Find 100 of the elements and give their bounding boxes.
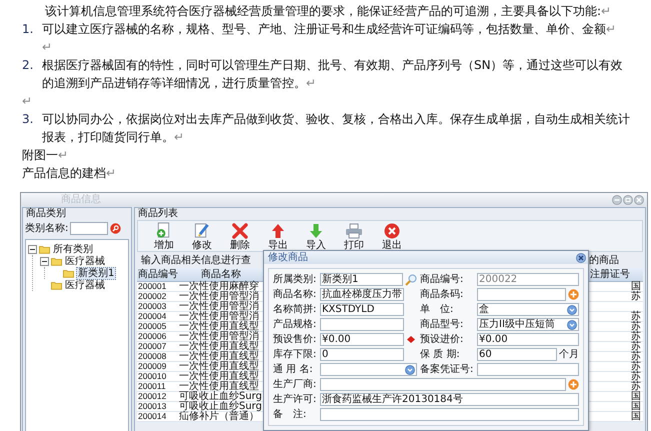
table-cell-text: 一次性使用管型消 [179,302,260,311]
list-item-text: 根据医疗器械固有的特性，同时可以管理生产日期、批号、有效期、产品序列号（SN）等，通过这些可以有效的追溯到产品进销存等详细情况，进行质量管控。↵ [42,57,624,92]
list-number: 3. [22,111,34,128]
field-label: 保 质 期: [420,348,461,361]
table-cell-text: 疝修补片（普通） [179,412,259,421]
input-field[interactable] [320,408,579,421]
field-label: 生产许可: [273,393,317,406]
table-cell: 可吸收止血纱Surg [179,392,263,401]
table-cell-text: 苏 [631,312,642,321]
table-cell-text: 苏 [631,382,642,391]
down-arrow-icon [309,223,323,239]
table-cell-text: 200010 [137,372,168,381]
dropdown-icon[interactable] [567,304,577,314]
tree-item[interactable]: 所有类别 [52,244,94,254]
table-cell-text: 200009 [137,362,168,371]
table-cell-text: 200014 [137,412,168,421]
toolbar-button[interactable]: 导入 [298,221,334,251]
field-label: 通 用 名: [273,363,314,376]
maximize-button[interactable] [623,194,633,204]
paragraph-mark: ↵ [22,94,32,108]
input-field[interactable] [320,378,566,391]
document-plus-icon [156,222,172,239]
dropdown-field[interactable]: 盒 [477,303,579,316]
dropdown-icon[interactable] [405,364,415,374]
table-cell-text: 国 [631,402,642,411]
panel-title: 商品列表 [138,208,178,219]
table-cell-text: 200006 [137,332,168,341]
cross-icon [232,223,248,239]
document-pencil-icon [194,222,210,239]
table-cell: 可吸收止血纱Surg [179,402,263,411]
folder-icon [63,268,74,278]
panel-title: 商品类别 [26,208,66,219]
toolbar-button[interactable]: 修改 [184,221,220,251]
table-cell-text: 一次性使用直线型 [179,382,259,391]
table-cell-text: 一次性使用直线型 [179,322,260,331]
field-label: 预设售价: [273,333,317,346]
input-field[interactable] [320,318,404,331]
input-field[interactable]: 抗血栓梯度压力带 [320,288,404,301]
printer-icon [345,223,363,239]
add-icon[interactable] [568,379,579,390]
input-field[interactable]: 200022 [477,273,579,286]
expander-toggle[interactable] [40,256,49,266]
search-icon[interactable] [405,274,417,286]
dropdown-field[interactable] [320,363,417,376]
field-label: 类别名称: [25,223,68,234]
dropdown-icon[interactable] [567,320,577,330]
table-cell-text: 一次性使用管型消 [179,312,260,321]
diamond-icon [406,335,417,344]
table-cell-text: 200012 [137,392,168,401]
input-field[interactable]: 浙食药监械生产许20130184号 [320,393,579,406]
minimize-button[interactable] [612,194,622,204]
table-cell-text: 苏 [631,332,642,341]
input-field[interactable]: 0 [320,348,404,361]
field-label: 商品型号: [420,318,464,331]
table-cell-text: 苏 [631,292,642,301]
expander-toggle[interactable] [28,244,37,254]
list-item-text: 可以协同办公，依据岗位对出去库产品做到收货、验收、复核，合格出入库。保存生成单据，自动生成相关统计报表，打印随货同行单。↵ [42,111,631,146]
toolbar-button[interactable]: 删除 [222,221,258,251]
unit-label: 个月 [559,349,579,360]
table-cell-text: 200008 [137,352,168,361]
field-label: 商品编号: [420,273,464,286]
tree-item[interactable]: 医疗器械 [64,256,106,266]
tree-item[interactable]: 新类别1 [76,266,116,280]
toolbar-button[interactable]: 增加 [146,221,182,251]
column-header: 注册证号 [589,269,631,280]
table-cell-text: 200005 [137,322,168,331]
field-label: 单 位: [420,303,454,316]
input-field[interactable]: 新类别1 [320,273,403,286]
table-cell-text: 国 [631,412,642,421]
input-field[interactable]: 60 [477,348,557,361]
table-cell-text: 200003 [137,302,168,311]
field-label: 名称简拼: [273,303,317,316]
input-field[interactable] [477,363,579,376]
field-label: 商品名称: [273,288,317,301]
input-field[interactable] [477,288,566,301]
input-field[interactable]: ¥0.00 [477,333,579,346]
field-label: 商品条码: [420,288,464,301]
tree-item[interactable]: 医疗器械 [64,280,106,290]
column-header: 商品名称 [200,269,242,280]
table-cell-text: 一次性使用管型消 [179,292,260,301]
column-header: 商品编号 [137,269,179,280]
add-icon[interactable] [568,289,579,300]
table-cell-text: 苏 [631,372,642,381]
search-hint: 输入商品相关信息进行查 [140,254,252,266]
table-cell-text: 一次性使用管型消 [179,332,260,341]
input-field[interactable] [70,222,108,235]
search-icon[interactable] [110,223,122,234]
input-field[interactable]: ¥0.00 [320,333,404,346]
table-cell-text: 200013 [137,402,168,411]
table-cell-text: 苏 [631,352,642,361]
toolbar-button[interactable]: 导出 [260,221,296,251]
list-item-text: 可以建立医疗器械的名称，规格、型号、产地、注册证号和生成经营许可证编码等，包括数量、单价、金额↵ [42,21,618,38]
field-label: 预设进价: [420,333,464,346]
close-button[interactable] [576,252,586,262]
field-label: 生产厂商: [273,378,317,391]
table-cell-text: 200002 [137,292,168,301]
paragraph-text: 产品信息的建档↵ [22,166,116,180]
input-field[interactable]: KXSTDYLD [320,303,404,316]
dropdown-field[interactable]: 压力II级中压短筒 [477,318,579,331]
folder-icon [39,244,50,254]
